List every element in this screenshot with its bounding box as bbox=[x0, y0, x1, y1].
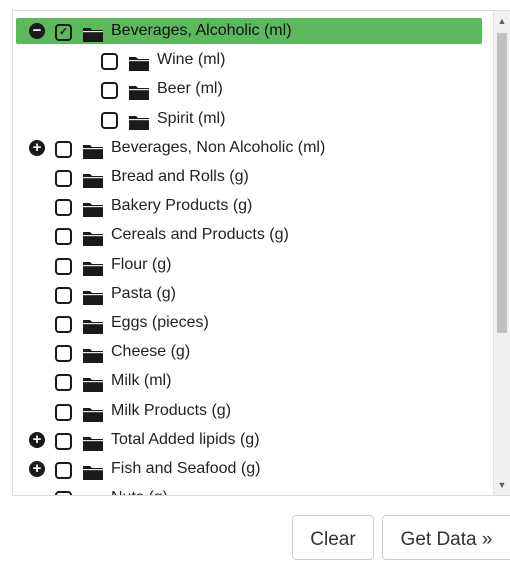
tree-node-label: Milk (ml) bbox=[111, 372, 172, 390]
tree-node[interactable]: Pasta (g) bbox=[13, 280, 493, 308]
tree-node-label: Cereals and Products (g) bbox=[111, 226, 289, 244]
tree-node[interactable]: Milk Products (g) bbox=[13, 397, 493, 425]
checkbox-icon[interactable] bbox=[55, 403, 72, 421]
checkbox-icon[interactable] bbox=[55, 286, 72, 304]
tree-node-label: Nuts (g) bbox=[111, 484, 168, 495]
checkbox-icon[interactable] bbox=[101, 53, 118, 71]
checkbox-icon[interactable] bbox=[55, 432, 72, 450]
checkbox-icon[interactable] bbox=[55, 345, 72, 363]
scroll-down-arrow-icon[interactable]: ▼ bbox=[494, 477, 510, 493]
checkbox-icon[interactable] bbox=[55, 140, 72, 158]
folder-icon bbox=[83, 24, 103, 42]
tree-node[interactable]: Beer (ml) bbox=[13, 75, 493, 103]
folder-icon bbox=[83, 462, 103, 480]
tree-node[interactable]: + Total Added lipids (g) bbox=[13, 426, 493, 454]
tree-node-label: Flour (g) bbox=[111, 255, 172, 273]
tree-node[interactable]: Bakery Products (g) bbox=[13, 192, 493, 220]
tree-node-label: Eggs (pieces) bbox=[111, 314, 209, 331]
folder-icon bbox=[83, 491, 103, 495]
checkbox-icon[interactable] bbox=[55, 170, 72, 187]
checkbox-icon[interactable] bbox=[55, 374, 72, 392]
checkbox-icon[interactable] bbox=[55, 257, 72, 275]
folder-icon bbox=[129, 82, 149, 101]
folder-icon bbox=[83, 374, 103, 393]
tree-node-label: Cheese (g) bbox=[111, 343, 191, 361]
folder-icon bbox=[83, 258, 103, 276]
tree-node-label: Fish and Seafood (g) bbox=[111, 460, 261, 477]
tree-node[interactable]: Bread and Rolls (g) bbox=[13, 163, 493, 191]
tree-node-label: Beverages, Alcoholic (ml) bbox=[111, 22, 292, 39]
tree-node[interactable]: Wine (ml) bbox=[13, 46, 493, 74]
tree-node[interactable]: Spirit (ml) bbox=[13, 105, 493, 133]
clear-button[interactable]: Clear bbox=[292, 515, 374, 560]
tree-node[interactable]: Flour (g) bbox=[13, 251, 493, 279]
folder-icon bbox=[129, 53, 149, 72]
tree-node-label: Bread and Rolls (g) bbox=[111, 168, 249, 185]
get-data-button[interactable]: Get Data » bbox=[382, 515, 510, 560]
tree-node-label: Beer (ml) bbox=[157, 80, 223, 98]
checkbox-icon[interactable] bbox=[55, 462, 72, 479]
scroll-up-arrow-icon[interactable]: ▲ bbox=[494, 13, 510, 29]
folder-icon bbox=[83, 345, 103, 364]
folder-icon bbox=[83, 141, 103, 159]
tree-node-label: Pasta (g) bbox=[111, 284, 176, 302]
category-tree-panel: − ✓ Beverages, Alcoholic (ml) Wine (ml) Beer… bbox=[12, 10, 510, 496]
tree-node-label: Wine (ml) bbox=[157, 51, 226, 69]
tree-scrollbar[interactable]: ▲ ▼ bbox=[493, 11, 510, 495]
folder-icon bbox=[83, 199, 103, 218]
tree-node-label: Beverages, Non Alcoholic (ml) bbox=[111, 138, 326, 156]
checkbox-icon[interactable]: ✓ bbox=[55, 24, 72, 41]
tree-node[interactable]: + Beverages, Non Alcoholic (ml) bbox=[13, 134, 493, 162]
plus-circle-icon[interactable]: + bbox=[29, 461, 45, 477]
tree-node[interactable]: − ✓ Beverages, Alcoholic (ml) bbox=[13, 17, 493, 45]
tree-node-label: Spirit (ml) bbox=[157, 109, 226, 127]
plus-circle-icon[interactable]: + bbox=[29, 139, 45, 156]
tree-node-label: Bakery Products (g) bbox=[111, 197, 253, 215]
checkbox-icon[interactable] bbox=[55, 491, 72, 495]
plus-circle-icon[interactable]: + bbox=[29, 431, 45, 448]
checkbox-icon[interactable] bbox=[55, 228, 72, 246]
scrollbar-thumb[interactable] bbox=[497, 33, 507, 333]
tree-node[interactable]: Cheese (g) bbox=[13, 338, 493, 366]
checkbox-icon[interactable] bbox=[55, 316, 72, 333]
folder-icon bbox=[83, 228, 103, 247]
folder-icon bbox=[83, 170, 103, 188]
checkbox-icon[interactable] bbox=[101, 82, 118, 100]
folder-icon bbox=[83, 316, 103, 334]
checkbox-icon[interactable] bbox=[101, 111, 118, 129]
tree-node[interactable]: Nuts (g) bbox=[13, 484, 493, 495]
tree-node[interactable]: Cereals and Products (g) bbox=[13, 221, 493, 249]
minus-circle-icon[interactable]: − bbox=[29, 23, 45, 39]
checkbox-icon[interactable] bbox=[55, 199, 72, 217]
tree-node[interactable]: + Fish and Seafood (g) bbox=[13, 455, 493, 483]
folder-icon bbox=[83, 404, 103, 422]
tree-node[interactable]: Milk (ml) bbox=[13, 367, 493, 395]
folder-icon bbox=[83, 287, 103, 305]
tree-node[interactable]: Eggs (pieces) bbox=[13, 309, 493, 337]
folder-icon bbox=[83, 433, 103, 451]
tree-node-label: Milk Products (g) bbox=[111, 401, 232, 419]
tree-node-label: Total Added lipids (g) bbox=[111, 430, 260, 448]
folder-icon bbox=[129, 112, 149, 130]
